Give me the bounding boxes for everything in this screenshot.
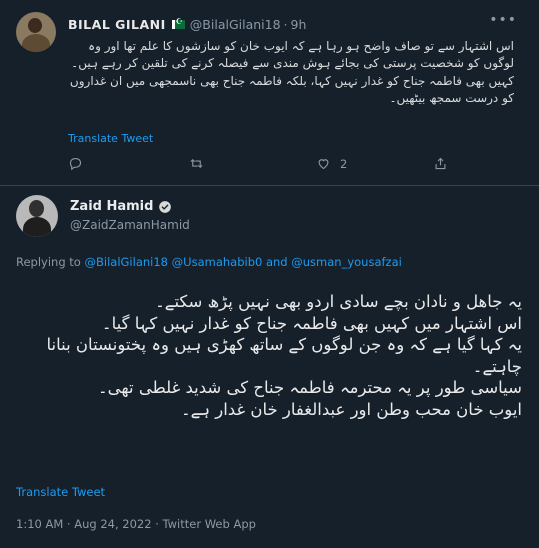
display-name[interactable]: BILAL GILANI	[68, 17, 166, 32]
avatar-figure	[22, 34, 50, 52]
avatar-head	[29, 200, 44, 217]
handle[interactable]: @ZaidZamanHamid	[70, 218, 190, 232]
verified-badge-icon	[159, 200, 172, 213]
retweet-icon	[190, 158, 203, 169]
reply-tweet[interactable]: BILAL GILANI @BilalGilani18 · 9h ••• اس …	[0, 0, 539, 186]
tweet-text-line: اس اشتہار سے تو صاف واضح ہو رہا ہے کہ ای…	[71, 39, 514, 70]
tweet-text-line: کہیں بھی فاطمہ جناح کو غدار نہیں کہا، بل…	[69, 74, 514, 105]
separator: ·	[283, 16, 288, 32]
tweet-text-line: ایوب خان محب وطن اور عبدالغفار خان غدار …	[181, 399, 522, 419]
mention-link[interactable]: @usman_yousafzai	[291, 255, 402, 269]
like-count: 2	[340, 156, 348, 171]
tweet-text-line: یہ کہا گیا ہے کہ وہ جن لوگوں کے ساتھ کھڑ…	[46, 335, 522, 376]
tweet-actions: 2	[68, 156, 518, 172]
replying-to: Replying to @BilalGilani18 @Usamahabib0 …	[16, 255, 402, 269]
tweet-text-line: سیاسی طور پر یہ محترمہ فاطمہ جناح کی شدی…	[98, 378, 522, 397]
share-icon	[435, 157, 446, 170]
pakistan-flag-icon	[171, 17, 185, 29]
tweet-header: BILAL GILANI @BilalGilani18 · 9h	[68, 14, 306, 34]
reply-icon	[69, 157, 82, 171]
retweet-button[interactable]	[189, 156, 213, 171]
translate-tweet-link[interactable]: Translate Tweet	[68, 132, 153, 145]
avatar[interactable]	[16, 195, 58, 237]
tweet-text-line: یہ جاھل و نادان بچے سادی اردو بھی نہیں پ…	[155, 292, 522, 311]
tweet-meta[interactable]: 1:10 AM · Aug 24, 2022 · Twitter Web App	[16, 517, 256, 531]
reply-button[interactable]	[68, 156, 92, 171]
mention-link[interactable]: @Usamahabib0	[172, 255, 263, 269]
translate-tweet-link[interactable]: Translate Tweet	[16, 485, 105, 499]
avatar-head	[28, 18, 42, 33]
replying-and[interactable]: and	[266, 255, 288, 269]
heart-icon	[318, 159, 329, 170]
display-name-row: Zaid Hamid	[70, 199, 172, 214]
mention-link[interactable]: @BilalGilani18	[85, 255, 169, 269]
replying-prefix: Replying to	[16, 255, 81, 269]
tweet-text: یہ جاھل و نادان بچے سادی اردو بھی نہیں پ…	[16, 291, 522, 420]
handle[interactable]: @BilalGilani18	[190, 17, 281, 32]
tweet-text-line: اس اشتہار میں کہیں بھی فاطمہ جناح کو غدا…	[101, 313, 522, 333]
share-button[interactable]	[433, 156, 457, 171]
main-tweet: Zaid Hamid @ZaidZamanHamid Replying to @…	[0, 187, 539, 548]
avatar[interactable]	[16, 12, 56, 52]
like-button[interactable]: 2	[316, 156, 347, 171]
avatar-figure	[23, 217, 51, 237]
more-options-icon[interactable]: •••	[489, 12, 517, 28]
tweet-text: اس اشتہار سے تو صاف واضح ہو رہا ہے کہ ای…	[68, 38, 514, 107]
timestamp[interactable]: 9h	[291, 17, 307, 32]
display-name[interactable]: Zaid Hamid	[70, 199, 153, 214]
